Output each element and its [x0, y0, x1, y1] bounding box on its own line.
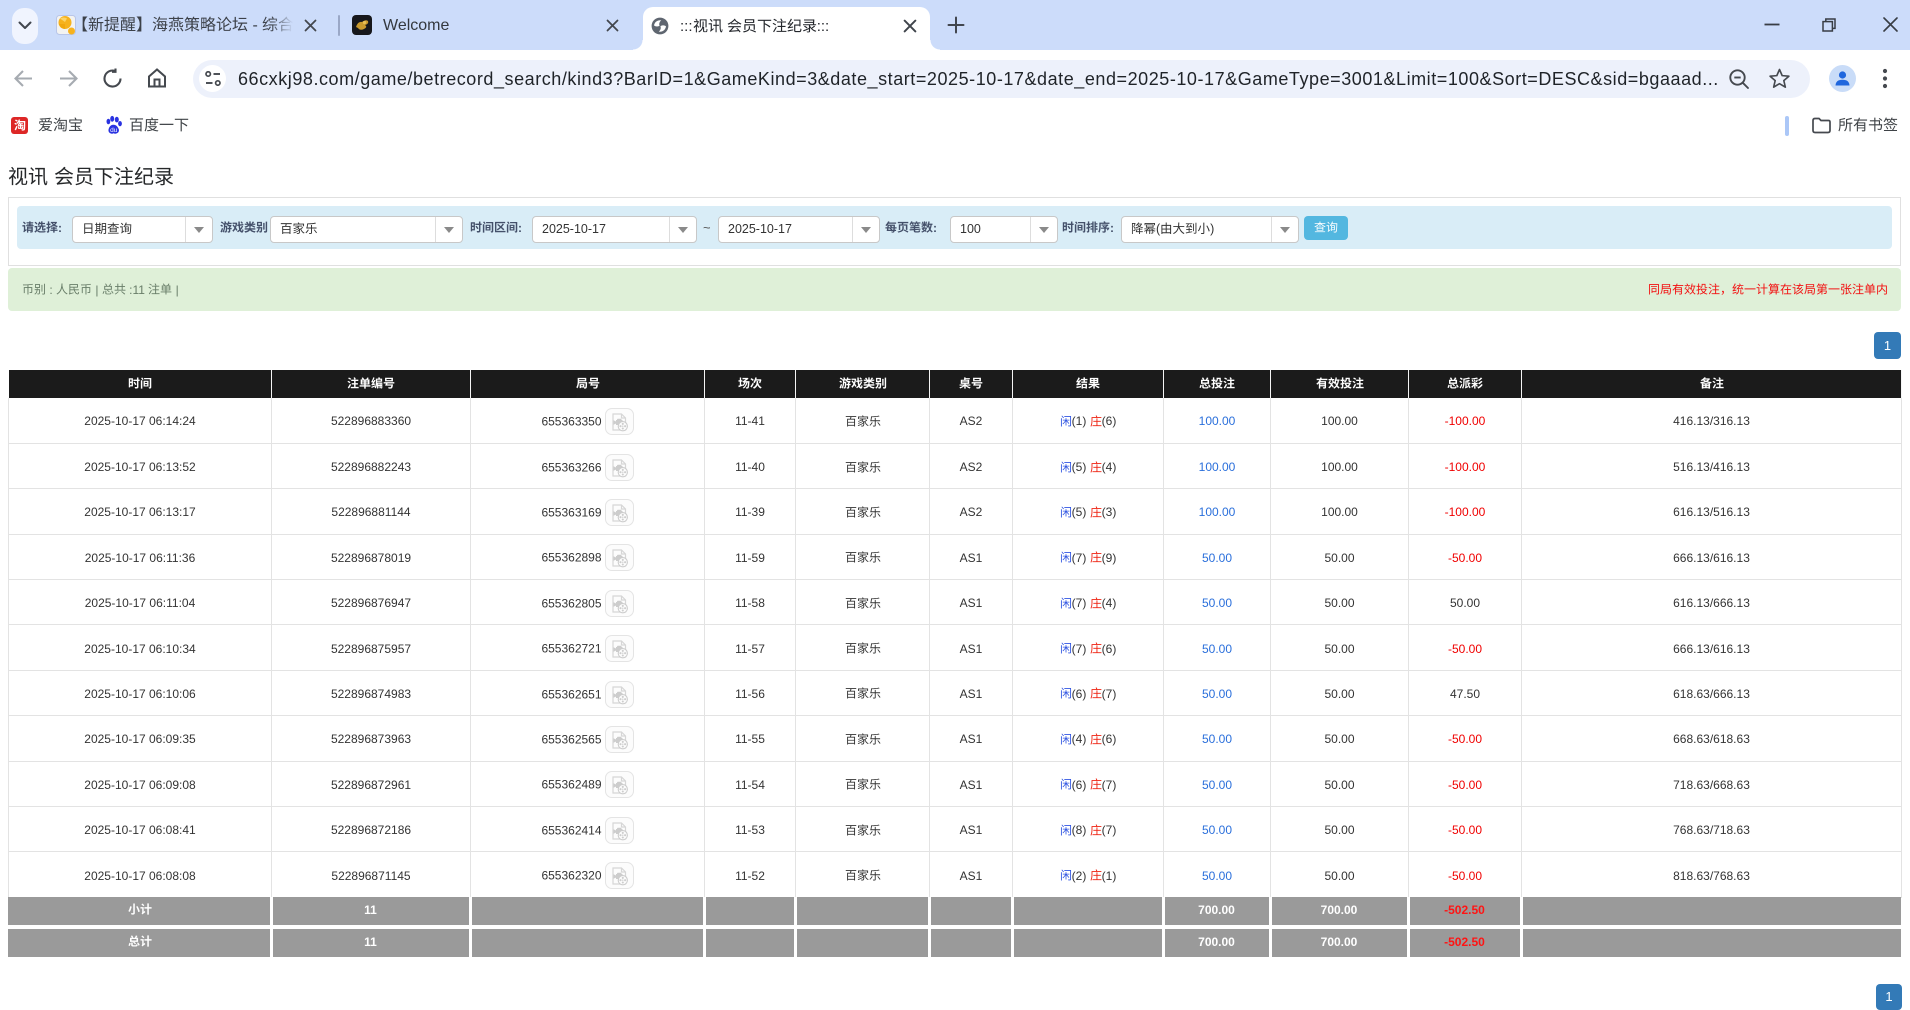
svg-text:du: du: [110, 127, 118, 134]
